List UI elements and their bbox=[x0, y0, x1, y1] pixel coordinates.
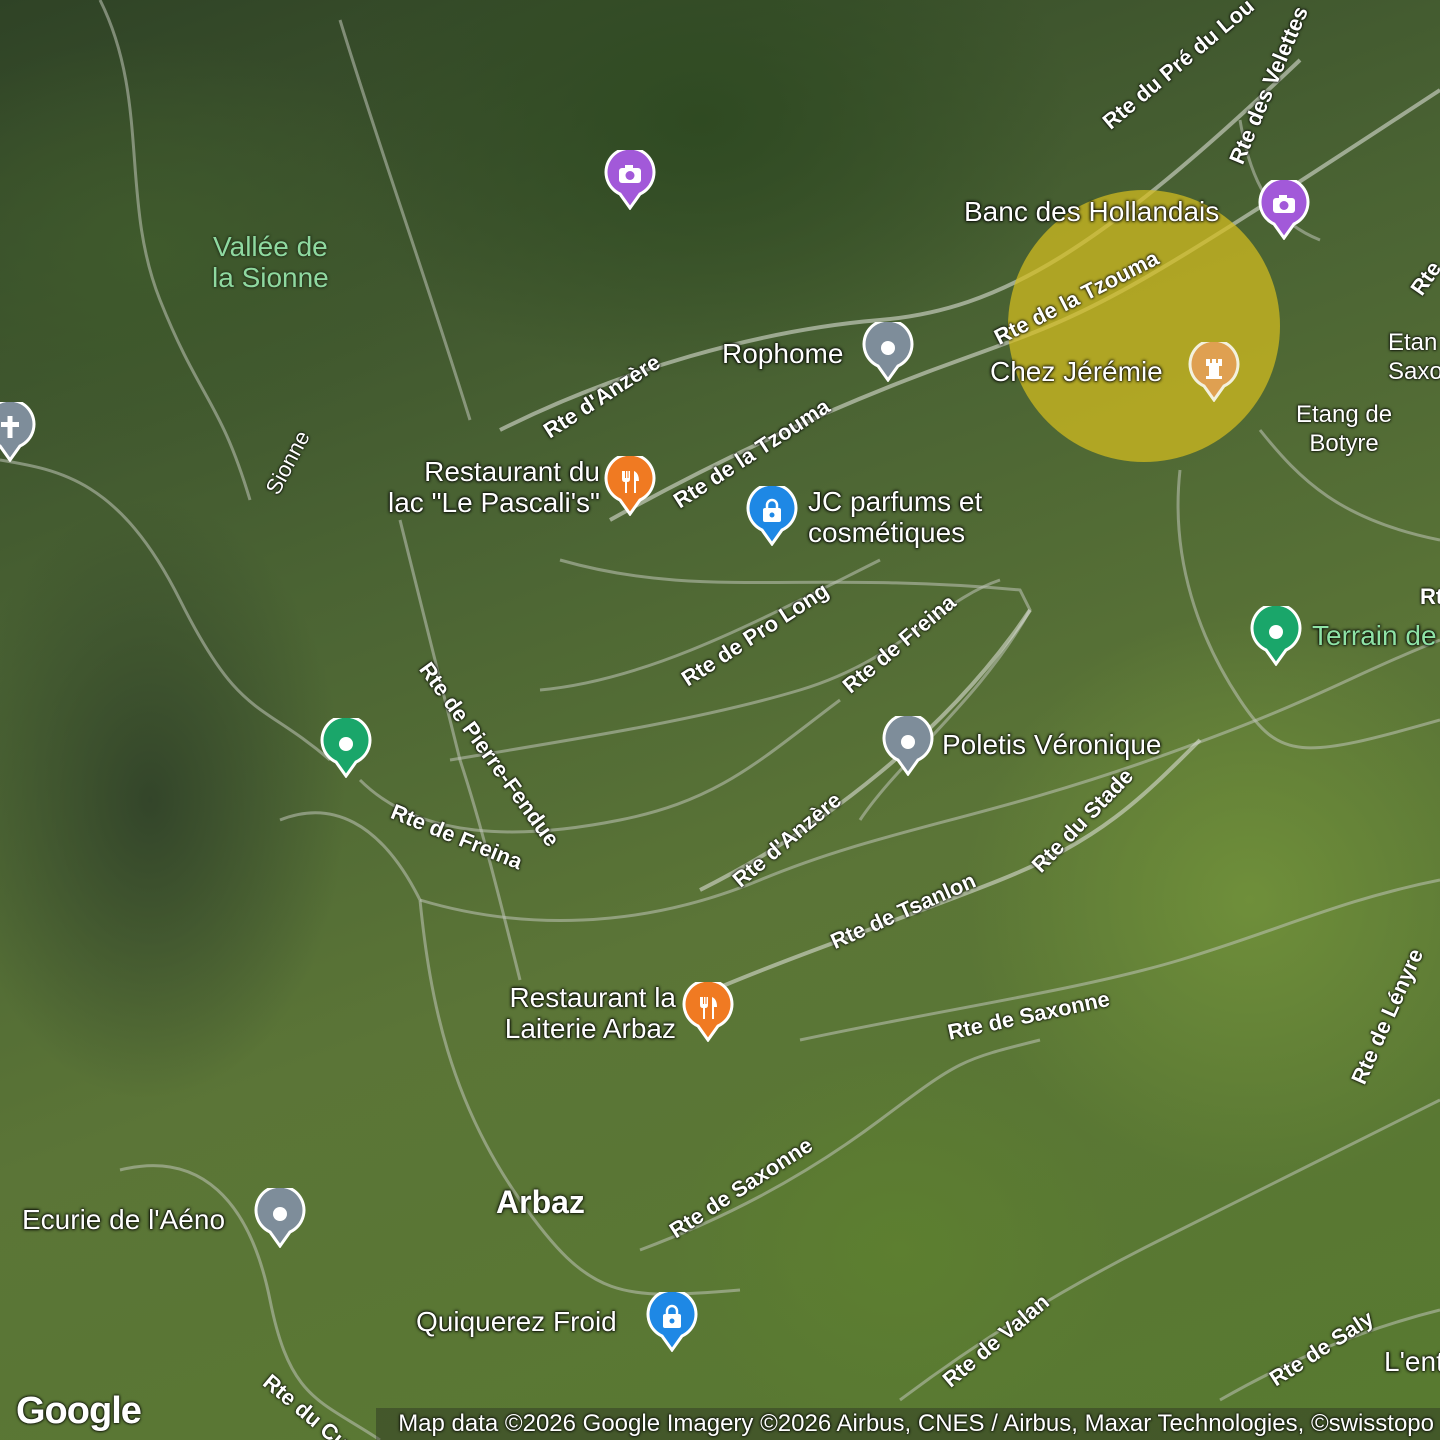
camera-icon[interactable] bbox=[1258, 176, 1310, 241]
place-label-chez-jeremie[interactable]: Chez Jérémie bbox=[990, 356, 1163, 387]
restaurant-icon[interactable] bbox=[604, 452, 656, 517]
castle-icon[interactable] bbox=[1188, 338, 1240, 403]
place-label-pascalis[interactable]: Restaurant du lac "Le Pascali's" bbox=[360, 456, 600, 518]
satellite-map[interactable]: Vallée de la Sionne Sionne Etan Saxo Eta… bbox=[0, 0, 1440, 1440]
etang-saxonne-label: Etan Saxo bbox=[1388, 329, 1440, 385]
road-label-edge-2[interactable]: Rt bbox=[1420, 584, 1440, 610]
lentre-label: L'ent bbox=[1384, 1346, 1440, 1377]
park-pin-icon[interactable] bbox=[1250, 602, 1302, 667]
location-pin-icon-ecurie[interactable] bbox=[254, 1184, 306, 1249]
etang-botyre-label: Etang de Botyre bbox=[1296, 401, 1393, 457]
church-icon[interactable] bbox=[0, 398, 36, 463]
google-logo: Google bbox=[16, 1390, 142, 1432]
place-label-rophome[interactable]: Rophome bbox=[722, 338, 843, 369]
place-label-quiquerez[interactable]: Quiquerez Froid bbox=[416, 1306, 617, 1337]
place-label-ecurie[interactable]: Ecurie de l'Aéno bbox=[22, 1204, 225, 1235]
place-label-laiterie[interactable]: Restaurant la Laiterie Arbaz bbox=[440, 982, 676, 1044]
valley-label: Vallée de la Sionne bbox=[212, 231, 329, 293]
map-attribution[interactable]: Map data ©2026 Google Imagery ©2026 Airb… bbox=[392, 1408, 1440, 1440]
place-label-terrain[interactable]: Terrain de bbox=[1312, 620, 1437, 651]
park-pin-icon-west[interactable] bbox=[320, 714, 372, 779]
shopping-bag-icon-quiquerez[interactable] bbox=[646, 1288, 698, 1353]
place-label-jc-parfums[interactable]: JC parfums et cosmétiques bbox=[808, 486, 982, 548]
place-label-banc[interactable]: Banc des Hollandais bbox=[964, 196, 1219, 227]
town-label-arbaz: Arbaz bbox=[496, 1184, 585, 1220]
location-pin-icon[interactable] bbox=[862, 318, 914, 383]
photo-spot-pin[interactable] bbox=[604, 146, 656, 211]
location-pin-icon-poletis[interactable] bbox=[882, 712, 934, 777]
shopping-bag-icon[interactable] bbox=[746, 482, 798, 547]
restaurant-icon-laiterie[interactable] bbox=[682, 978, 734, 1043]
place-label-poletis[interactable]: Poletis Véronique bbox=[942, 729, 1161, 760]
